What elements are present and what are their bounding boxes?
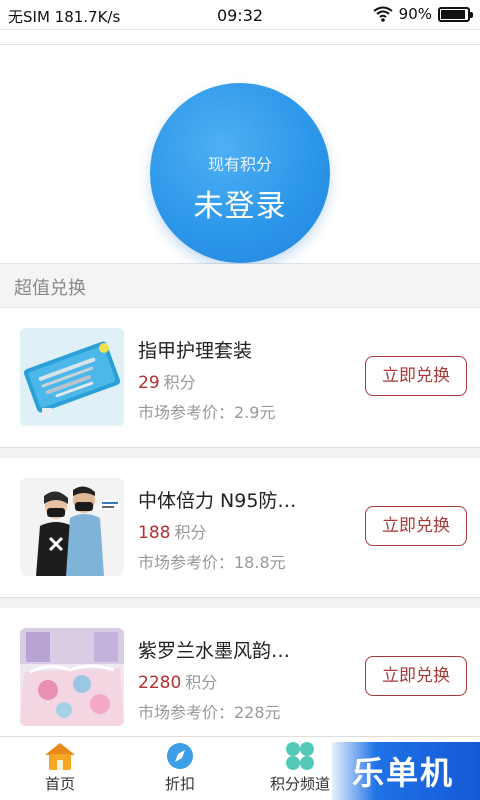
product-image-bedding [20, 628, 124, 726]
redeem-button[interactable]: 立即兑换 [365, 356, 467, 396]
product-title: 指甲护理套装 [138, 340, 253, 362]
grid-icon [286, 742, 314, 770]
product-title: 中体倍力 N95防… [138, 490, 297, 512]
login-status[interactable]: 未登录 [150, 181, 330, 225]
compass-icon [167, 743, 193, 769]
points-number: 188 [138, 523, 171, 543]
nav-home[interactable]: 首页 [0, 737, 120, 800]
nav-home-label: 首页 [44, 775, 75, 793]
market-price: 市场参考价：228元 [138, 703, 281, 722]
status-bar: 无SIM 181.7K/s 09:32 90% [0, 0, 480, 30]
product-info: 紫罗兰水墨风韵… 2280 积分 市场参考价：228元 [138, 636, 348, 723]
home-icon [45, 743, 75, 770]
redeem-button[interactable]: 立即兑换 [365, 656, 467, 696]
status-icons: 90% [373, 5, 473, 23]
points-number: 2280 [138, 673, 182, 693]
watermark-logo: 乐单机 [332, 742, 480, 800]
points-unit: 积分 [174, 523, 207, 542]
section-title: 超值兑换 [14, 278, 86, 299]
points-unit: 积分 [163, 373, 196, 392]
points-unit: 积分 [185, 673, 218, 692]
product-points: 29 积分 [138, 369, 348, 393]
product-image-mask [20, 478, 124, 576]
points-header: 现有积分 未登录 [0, 44, 480, 264]
points-circle[interactable]: 现有积分 未登录 [150, 83, 330, 263]
redeem-button[interactable]: 立即兑换 [365, 506, 467, 546]
watermark-text: 乐单机 [352, 754, 455, 792]
battery-icon [438, 6, 473, 22]
nav-discount-label: 折扣 [164, 775, 195, 793]
section-header: 超值兑换 [0, 264, 480, 308]
product-info: 中体倍力 N95防… 188 积分 市场参考价：18.8元 [138, 486, 348, 573]
list-item[interactable]: 指甲护理套装 29 积分 市场参考价：2.9元 立即兑换 [0, 308, 480, 448]
market-price: 市场参考价：18.8元 [138, 553, 286, 572]
battery-percent: 90% [398, 5, 432, 23]
points-label: 现有积分 [207, 155, 272, 174]
points-number: 29 [138, 373, 160, 393]
product-list: 指甲护理套装 29 积分 市场参考价：2.9元 立即兑换 中体倍力 N95防… … [0, 308, 480, 748]
list-item[interactable]: 中体倍力 N95防… 188 积分 市场参考价：18.8元 立即兑换 [0, 448, 480, 598]
product-info: 指甲护理套装 29 积分 市场参考价：2.9元 [138, 336, 348, 423]
market-price: 市场参考价：2.9元 [138, 403, 276, 422]
nav-discount[interactable]: 折扣 [120, 737, 240, 800]
product-title: 紫罗兰水墨风韵… [138, 640, 291, 662]
product-image-nail-kit [20, 328, 124, 426]
wifi-icon [373, 6, 393, 22]
list-item[interactable]: 紫罗兰水墨风韵… 2280 积分 市场参考价：228元 立即兑换 [0, 598, 480, 748]
product-points: 2280 积分 [138, 669, 348, 693]
product-points: 188 积分 [138, 519, 348, 543]
